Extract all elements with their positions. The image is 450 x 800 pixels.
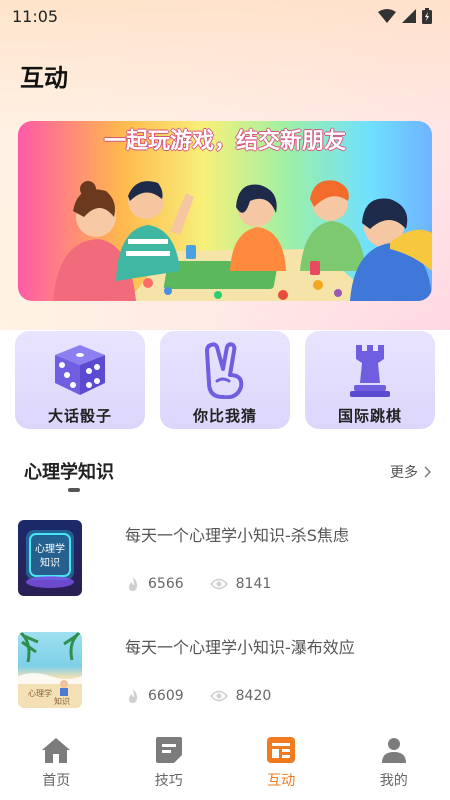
tab-profile[interactable]: 我的: [349, 734, 439, 790]
chess-rook-icon: [350, 345, 390, 397]
article-title: 每天一个心理学小知识-瀑布效应: [125, 638, 355, 657]
views-count: 8141: [235, 576, 272, 592]
eye-icon: [209, 578, 228, 590]
tab-label: 互动: [267, 773, 296, 789]
feature-card-guess[interactable]: 你比我猜: [160, 331, 290, 429]
likes-stat: 6609: [126, 688, 184, 704]
tab-label: 技巧: [154, 773, 183, 789]
flame-icon: [129, 577, 138, 591]
thumbnail-graphic: 心理学 知识: [18, 632, 82, 706]
feature-label: 大话骰子: [47, 407, 112, 425]
svg-text:知识: 知识: [54, 696, 70, 706]
likes-count: 6566: [148, 576, 184, 592]
home-icon: [42, 738, 71, 763]
feature-card-chess[interactable]: 国际跳棋: [305, 331, 435, 429]
tab-label: 我的: [379, 773, 408, 789]
article-stats: 6566 8141: [126, 576, 297, 592]
more-link[interactable]: 更多: [390, 462, 432, 482]
promo-banner[interactable]: 一起玩游戏，结交新朋友: [18, 121, 432, 301]
article-thumbnail: 心理学 知识: [18, 632, 82, 708]
chevron-right-icon: [424, 466, 432, 478]
wifi-icon: [378, 9, 396, 23]
likes-count: 6609: [148, 688, 184, 704]
signal-icon: [402, 9, 416, 23]
feature-label: 国际跳棋: [337, 407, 402, 425]
article-thumbnail: 心理学 知识: [18, 520, 82, 596]
status-icons: [378, 8, 432, 24]
page-title: 互动: [20, 64, 68, 92]
article-stats: 6609 8420: [126, 688, 297, 704]
section-title: 心理学知识: [24, 462, 114, 483]
tab-home[interactable]: 首页: [11, 734, 101, 790]
more-label: 更多: [390, 465, 418, 481]
dice-icon: [55, 345, 105, 395]
tab-tips[interactable]: 技巧: [124, 734, 214, 790]
article-item[interactable]: 心理学 知识 每天一个心理学小知识-瀑布效应 6609 8420: [18, 632, 432, 712]
status-time: 11:05: [12, 6, 59, 26]
interaction-icon: [267, 737, 296, 763]
feature-card-dice[interactable]: 大话骰子: [15, 331, 145, 429]
thumbnail-graphic: 心理学 知识: [26, 530, 74, 588]
profile-icon: [381, 738, 406, 763]
views-count: 8420: [235, 688, 272, 704]
banner-title: 一起玩游戏，结交新朋友: [103, 129, 346, 154]
flame-icon: [129, 689, 138, 703]
bottom-tab-bar: 首页 技巧 互动 我的: [0, 728, 450, 800]
tips-icon: [155, 737, 182, 763]
victory-hand-icon: [205, 342, 244, 399]
views-stat: 8141: [209, 576, 272, 592]
battery-icon: [422, 8, 432, 24]
svg-text:心理学: 心理学: [28, 688, 52, 698]
section-header: 心理学知识 更多: [24, 458, 432, 498]
article-item[interactable]: 心理学 知识 每天一个心理学小知识-杀S焦虑 6566 8141: [18, 520, 432, 600]
status-bar: 11:05: [0, 0, 450, 32]
eye-icon: [209, 690, 228, 702]
section-title-indicator: [68, 488, 80, 492]
article-title: 每天一个心理学小知识-杀S焦虑: [125, 526, 349, 545]
feature-label: 你比我猜: [192, 407, 257, 425]
tab-interaction[interactable]: 互动: [236, 734, 326, 790]
svg-text:心理学: 心理学: [35, 542, 65, 555]
feature-row: 大话骰子 你比我猜 国际跳棋: [15, 331, 435, 429]
tab-label: 首页: [42, 773, 71, 789]
views-stat: 8420: [209, 688, 272, 704]
svg-text:知识: 知识: [40, 556, 60, 569]
likes-stat: 6566: [126, 576, 184, 592]
